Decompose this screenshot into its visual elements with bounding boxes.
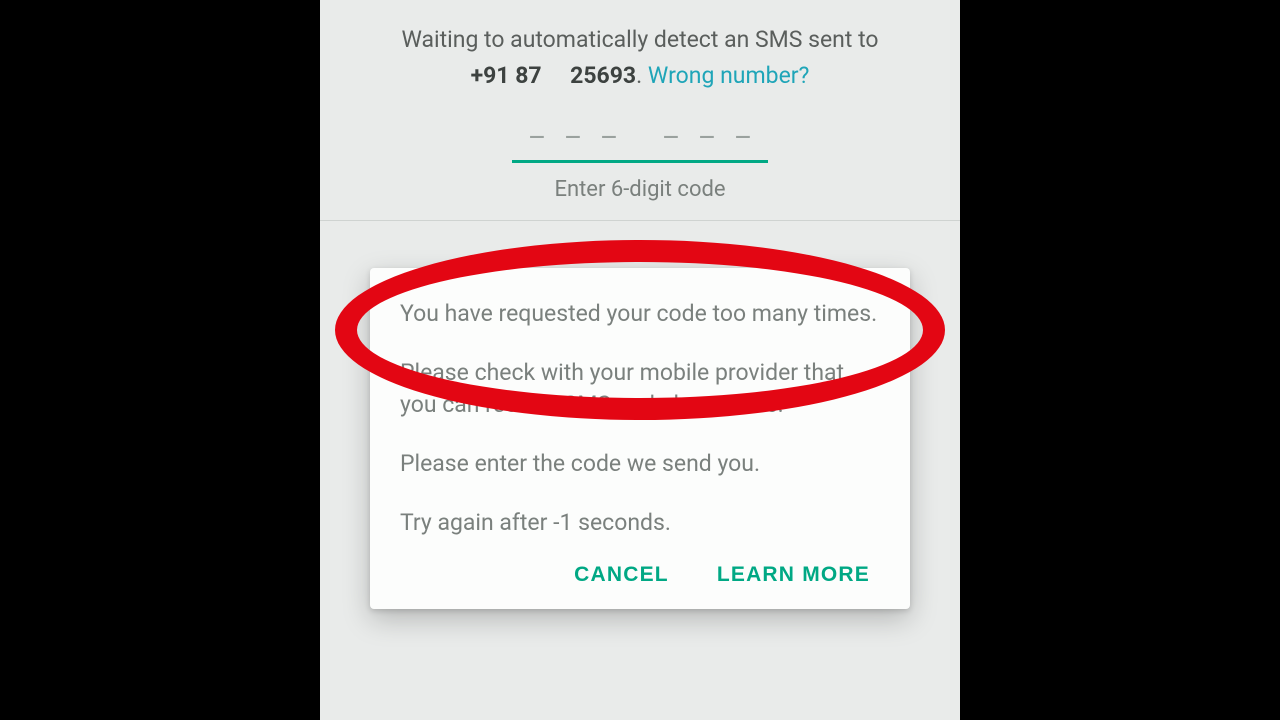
- wrong-number-link[interactable]: Wrong number?: [648, 62, 810, 89]
- digit-slot-2: –: [559, 121, 587, 154]
- dialog-para-1: You have requested your code too many ti…: [400, 298, 880, 331]
- section-divider: [320, 220, 960, 221]
- learn-more-button[interactable]: LEARN MORE: [715, 557, 872, 593]
- phone-suffix: .: [636, 62, 642, 89]
- waiting-prefix: Waiting to automatically detect an SMS s…: [401, 26, 878, 53]
- verify-screen: Waiting to automatically detect an SMS s…: [320, 0, 960, 720]
- digit-slot-1: –: [523, 121, 551, 154]
- dialog-para-2: Please check with your mobile provider t…: [400, 357, 880, 422]
- dialog-actions: CANCEL LEARN MORE: [400, 557, 880, 593]
- error-dialog: You have requested your code too many ti…: [370, 268, 910, 609]
- phone-number-part2: 25693: [570, 62, 636, 89]
- digit-slot-6: –: [729, 121, 757, 154]
- digit-group-gap: [631, 121, 649, 154]
- dialog-para-4: Try again after -1 seconds.: [400, 507, 880, 540]
- code-underline: – – – – – –: [512, 121, 768, 163]
- code-hint: Enter 6-digit code: [320, 177, 960, 202]
- cancel-button[interactable]: CANCEL: [572, 557, 671, 593]
- code-input-area[interactable]: – – – – – –: [320, 121, 960, 163]
- digit-slot-5: –: [693, 121, 721, 154]
- dialog-body: You have requested your code too many ti…: [400, 298, 880, 539]
- digit-slot-4: –: [657, 121, 685, 154]
- digit-slot-3: –: [595, 121, 623, 154]
- waiting-message: Waiting to automatically detect an SMS s…: [320, 22, 960, 93]
- phone-number-part1: +91 87: [471, 62, 542, 89]
- dialog-para-3: Please enter the code we send you.: [400, 448, 880, 481]
